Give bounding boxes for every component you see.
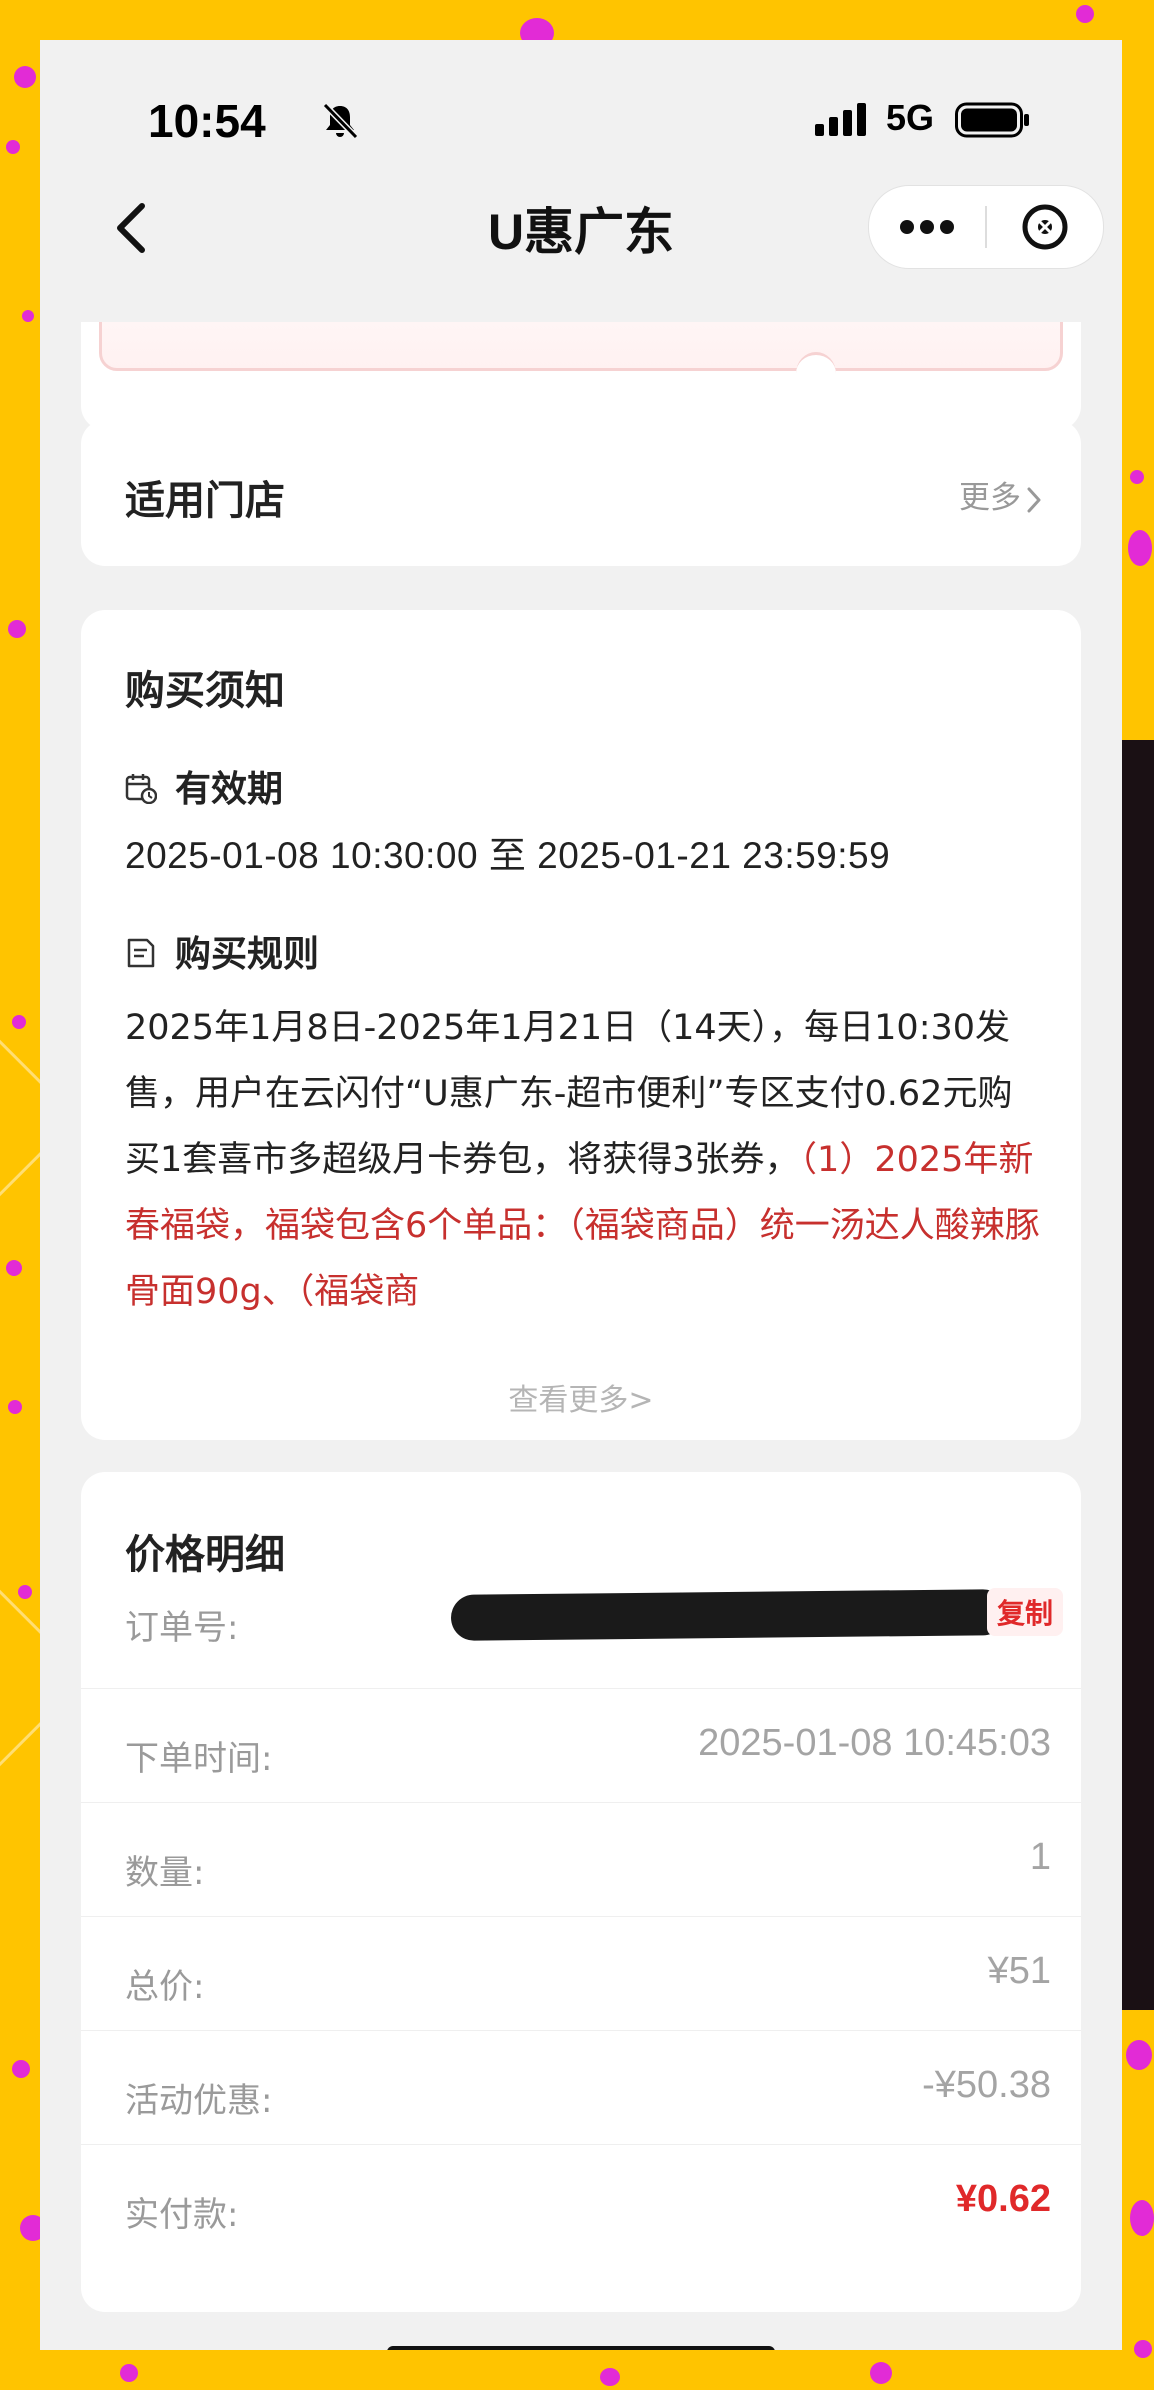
stores-more-label: 更多 [959,480,1021,516]
phone-screen: 10:54 5G U惠广东 适用门店 更多 购买须知 有效期 2025-01-0… [40,40,1122,2350]
purchase-notice-card: 购买须知 有效期 2025-01-08 10:30:00 至 2025-01-2… [81,610,1081,1440]
chevron-right-icon [1027,487,1041,512]
paid-amount-value: ¥0.62 [955,2178,1051,2220]
order-time-label: 下单时间: [125,1739,273,1779]
order-number-label: 订单号: [125,1608,239,1648]
rules-text: 2025年1月8日-2025年1月21日（14天），每日10:30发售，用户在云… [125,995,1045,1325]
stores-more-link[interactable]: 更多 [959,472,1043,517]
total-price-row: 总价: ¥51 [81,1916,1081,2031]
rules-label: 购买规则 [175,934,320,975]
nav-bar [40,40,1122,322]
paid-amount-row: 实付款: ¥0.62 [81,2144,1081,2258]
order-time-row: 下单时间: 2025-01-08 10:45:03 [81,1688,1081,1803]
network-label: 5G [886,97,935,138]
order-time-value: 2025-01-08 10:45:03 [698,1722,1051,1764]
copy-button[interactable]: 复制 [986,1588,1063,1636]
total-price-label: 总价: [125,1967,205,2007]
bell-slash-icon [322,102,359,140]
signal-icon [815,103,866,136]
mini-program-capsule [868,185,1104,269]
document-icon [127,938,155,968]
applicable-stores-row[interactable]: 适用门店 更多 [81,420,1081,566]
validity-heading: 有效期 [125,760,283,812]
total-price-value: ¥51 [987,1950,1051,1992]
order-number-redacted [450,1589,1007,1641]
validity-value: 2025-01-08 10:30:00 至 2025-01-21 23:59:5… [125,835,891,876]
discount-label: 活动优惠: [125,2081,273,2121]
more-options-button[interactable] [869,186,985,268]
close-circle-icon [1022,204,1068,250]
quantity-label: 数量: [125,1853,205,1893]
paid-amount-label: 实付款: [125,2195,239,2235]
discount-row: 活动优惠: -¥50.38 [81,2030,1081,2145]
home-indicator [387,2346,775,2350]
calendar-clock-icon [125,774,157,804]
discount-value: -¥50.38 [922,2064,1051,2106]
battery-icon [955,102,1029,138]
validity-label: 有效期 [175,769,284,810]
notice-title: 购买须知 [125,668,285,714]
order-number-row: 订单号: 复制 [81,1472,1081,1689]
status-time: 10:54 [148,95,266,147]
quantity-value: 1 [1029,1836,1051,1878]
rules-heading: 购买规则 [125,925,319,977]
see-more-link[interactable]: 查看更多> [81,1375,1081,1419]
price-details-card: 价格明细 订单号: 复制 下单时间: 2025-01-08 10:45:03 数… [81,1472,1081,2312]
stores-title: 适用门店 [125,478,285,524]
ellipsis-icon [900,220,954,234]
coupon-notch [796,352,836,395]
quantity-row: 数量: 1 [81,1802,1081,1917]
close-mini-program-button[interactable] [987,186,1103,268]
